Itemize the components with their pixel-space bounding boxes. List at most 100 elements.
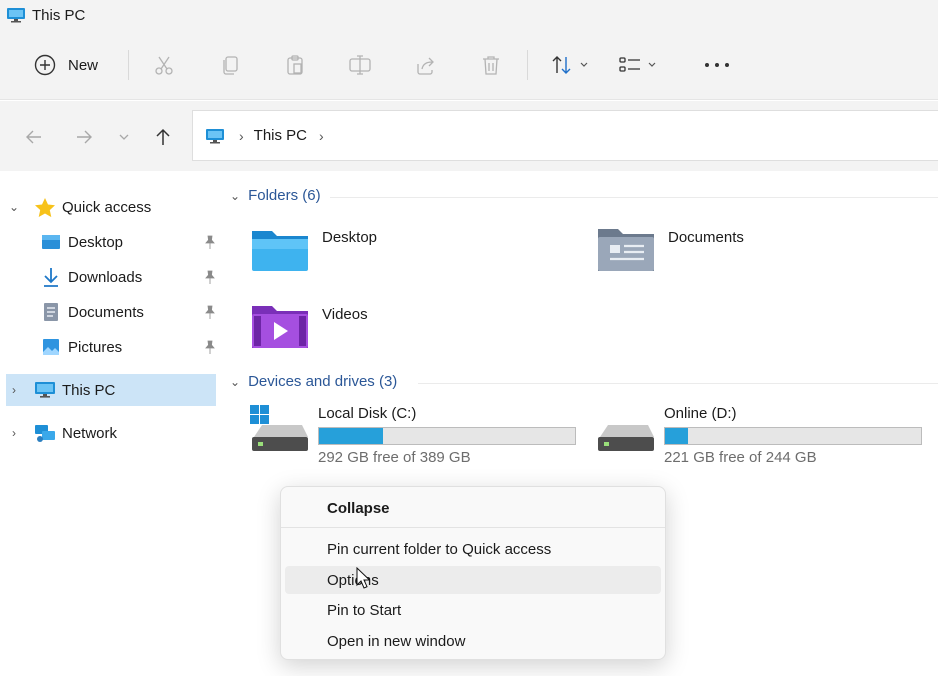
sidebar-item-pictures[interactable]: Pictures	[6, 331, 216, 363]
new-button-label: New	[68, 56, 99, 74]
sidebar-item-label: Quick access	[62, 198, 152, 216]
folder-name: Videos	[322, 306, 368, 323]
sidebar-item-downloads[interactable]: Downloads	[6, 261, 216, 293]
back-button[interactable]	[22, 125, 46, 149]
drive-free-space: 221 GB free of 244 GB	[664, 449, 817, 466]
menu-item-open-in-new-window[interactable]: Open in new window	[285, 627, 661, 655]
this-pc-icon	[7, 8, 25, 23]
pin-icon[interactable]	[204, 235, 216, 253]
drive-item-c[interactable]: Local Disk (C:) 292 GB free of 389 GB	[250, 405, 580, 469]
drive-usage-bar	[664, 427, 922, 445]
pin-icon[interactable]	[204, 270, 216, 288]
clipboard-icon	[287, 55, 303, 75]
cut-button[interactable]	[150, 50, 178, 80]
navigation-bar: › This PC ›	[0, 101, 938, 171]
view-button[interactable]	[614, 50, 660, 80]
arrow-right-icon	[77, 130, 92, 144]
folder-item-videos[interactable]: Videos	[250, 302, 368, 350]
breadcrumb-separator[interactable]: ›	[239, 128, 244, 144]
sidebar-item-label: Documents	[68, 303, 144, 321]
hard-drive-icon	[598, 425, 654, 451]
toolbar-divider	[527, 50, 528, 80]
sort-arrows-icon	[552, 56, 571, 74]
breadcrumb-this-pc[interactable]: This PC	[254, 127, 307, 144]
sidebar-item-label: Pictures	[68, 338, 123, 356]
chevron-down-icon[interactable]: ⌄	[6, 200, 22, 214]
share-icon	[417, 57, 434, 75]
sidebar-item-label: Downloads	[68, 268, 143, 286]
section-title: Folders (6)	[248, 187, 321, 204]
sidebar-item-label: Desktop	[68, 233, 124, 251]
breadcrumb-separator[interactable]: ›	[319, 128, 324, 144]
address-bar[interactable]: › This PC ›	[192, 110, 938, 161]
chevron-right-icon[interactable]: ›	[6, 383, 22, 397]
download-arrow-icon	[40, 267, 62, 287]
share-button[interactable]	[411, 50, 439, 80]
documents-folder-icon	[598, 229, 654, 271]
drive-item-d[interactable]: Online (D:) 221 GB free of 244 GB	[596, 405, 926, 469]
sidebar-item-network[interactable]: › Network	[6, 417, 216, 449]
sidebar-item-documents[interactable]: Documents	[6, 296, 216, 328]
menu-item-pin-to-start[interactable]: Pin to Start	[285, 596, 661, 624]
chevron-down-icon[interactable]: ⌄	[230, 375, 240, 389]
copy-icon	[223, 56, 238, 75]
mouse-cursor-icon	[356, 567, 370, 589]
arrow-up-icon	[156, 128, 170, 145]
recent-locations-button[interactable]	[112, 125, 136, 149]
star-icon	[34, 197, 56, 217]
document-icon	[40, 302, 62, 322]
drive-free-space: 292 GB free of 389 GB	[318, 449, 471, 466]
sidebar-item-desktop[interactable]: Desktop	[6, 226, 216, 258]
drives-section-header[interactable]: ⌄ Devices and drives (3)	[230, 373, 938, 390]
folder-name: Desktop	[322, 229, 378, 246]
window-title: This PC	[32, 6, 86, 24]
videos-folder-icon	[252, 306, 308, 348]
menu-item-options[interactable]: Options	[285, 566, 661, 594]
copy-button[interactable]	[216, 50, 244, 80]
trash-icon	[483, 56, 499, 75]
chevron-down-icon[interactable]: ⌄	[230, 189, 240, 203]
list-view-icon	[619, 57, 640, 72]
pin-icon[interactable]	[204, 305, 216, 323]
delete-button[interactable]	[477, 50, 505, 80]
chevron-down-icon	[648, 62, 656, 67]
rename-icon	[349, 55, 371, 75]
menu-separator	[281, 527, 665, 528]
section-divider	[330, 197, 938, 198]
toolbar-divider	[128, 50, 129, 80]
menu-item-collapse[interactable]: Collapse	[285, 494, 661, 522]
drive-name: Local Disk (C:)	[318, 405, 417, 422]
sidebar-item-label: Network	[62, 424, 118, 442]
command-bar: New	[0, 30, 938, 100]
chevron-down-icon	[119, 134, 129, 140]
ellipsis-icon	[705, 63, 729, 67]
sidebar-item-quick-access[interactable]: ⌄ Quick access	[6, 191, 216, 223]
sidebar-item-this-pc[interactable]: › This PC	[6, 374, 216, 406]
more-options-button[interactable]	[700, 50, 734, 80]
pin-icon[interactable]	[204, 340, 216, 358]
sort-button[interactable]	[546, 50, 592, 80]
paste-button[interactable]	[281, 50, 309, 80]
windows-drive-icon	[250, 405, 308, 451]
desktop-icon	[40, 232, 62, 252]
folders-section-header[interactable]: ⌄ Folders (6)	[230, 187, 938, 204]
arrow-left-icon	[26, 130, 41, 144]
picture-icon	[40, 337, 62, 357]
this-pc-icon	[34, 380, 56, 400]
this-pc-icon	[206, 128, 224, 143]
drive-name: Online (D:)	[664, 405, 737, 422]
forward-button[interactable]	[72, 125, 96, 149]
rename-button[interactable]	[346, 50, 374, 80]
chevron-right-icon[interactable]: ›	[6, 426, 22, 440]
up-button[interactable]	[151, 125, 175, 149]
network-icon	[34, 423, 56, 443]
section-title: Devices and drives (3)	[248, 373, 398, 390]
drive-usage-bar	[318, 427, 576, 445]
folder-item-documents[interactable]: Documents	[596, 225, 744, 273]
scissors-icon	[155, 56, 173, 75]
folder-name: Documents	[668, 229, 744, 246]
menu-item-pin-to-quick-access[interactable]: Pin current folder to Quick access	[285, 535, 661, 563]
folder-item-desktop[interactable]: Desktop	[250, 225, 377, 273]
title-bar: This PC	[0, 0, 938, 30]
new-button[interactable]: New	[34, 50, 110, 80]
